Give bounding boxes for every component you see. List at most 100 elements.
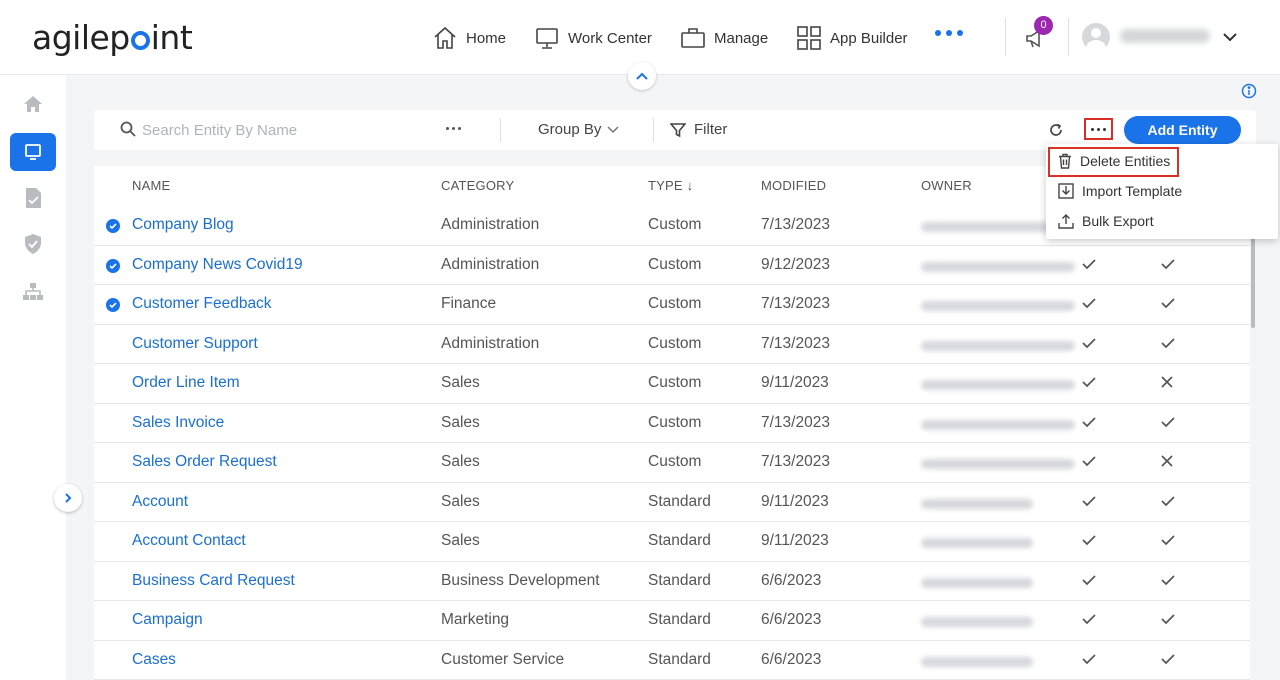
owner-blurred: [921, 459, 1075, 469]
info-icon[interactable]: [1241, 83, 1257, 99]
menu-bulk-export[interactable]: Bulk Export: [1046, 207, 1278, 235]
header-name[interactable]: NAME: [132, 178, 170, 193]
header-type[interactable]: TYPE ↓: [648, 178, 693, 193]
chevron-down-icon[interactable]: [1222, 30, 1238, 44]
nav-work-center[interactable]: Work Center: [534, 22, 652, 54]
entity-name-link[interactable]: Business Card Request: [132, 572, 295, 590]
menu-delete-entities[interactable]: Delete Entities: [1046, 147, 1278, 177]
entity-name-link[interactable]: Sales Order Request: [132, 453, 277, 471]
entity-type: Custom: [648, 453, 702, 470]
refresh-icon[interactable]: [1048, 122, 1064, 138]
entity-name-link[interactable]: Account Contact: [132, 532, 246, 550]
selected-check-icon[interactable]: [106, 219, 120, 233]
table-row[interactable]: Customer Support Administration Custom 7/13…: [94, 325, 1250, 364]
add-entity-button[interactable]: Add Entity: [1124, 116, 1241, 144]
entity-name-link[interactable]: Sales Invoice: [132, 414, 224, 432]
entity-modified: 9/11/2023: [761, 492, 829, 510]
document-check-icon: [26, 188, 41, 208]
table-row[interactable]: Cases Customer Service Standard 6/6/2023: [94, 641, 1250, 680]
nav-more-icon[interactable]: [935, 30, 963, 36]
entity-modified: 7/13/2023: [761, 334, 830, 352]
entity-name-link[interactable]: Customer Support: [132, 335, 258, 353]
search-input[interactable]: [142, 118, 422, 142]
import-icon: [1058, 183, 1074, 199]
more-actions-button[interactable]: [1084, 118, 1113, 140]
expand-sidebar-button[interactable]: [54, 484, 82, 512]
table-row[interactable]: Campaign Marketing Standard 6/6/2023: [94, 601, 1250, 641]
table-row[interactable]: Account Contact Sales Standard 9/11/2023: [94, 522, 1250, 562]
rail-data-entities[interactable]: [10, 133, 56, 171]
cross-icon: [1161, 455, 1173, 467]
check-icon: [1082, 614, 1096, 625]
selected-check-icon[interactable]: [106, 258, 120, 273]
entity-modified: 6/6/2023: [761, 571, 822, 589]
table-row[interactable]: Customer Feedback Finance Custom 7/13/2023: [94, 285, 1250, 325]
highlight-box: [1048, 147, 1179, 177]
username-blurred[interactable]: [1120, 29, 1210, 43]
agilepoint-logo[interactable]: agilep int: [32, 18, 193, 57]
table-scrollbar[interactable]: [1251, 236, 1255, 328]
owner-blurred: [921, 617, 1033, 627]
entity-modified: 9/11/2023: [761, 374, 829, 391]
nav-app-builder[interactable]: App Builder: [796, 22, 908, 54]
rail-hierarchy[interactable]: [10, 273, 56, 311]
entity-name-link[interactable]: Company News Covid19: [132, 256, 303, 274]
entity-modified: 9/11/2023: [761, 532, 829, 549]
entity-type: Custom: [648, 334, 702, 352]
group-by-dropdown[interactable]: Group By: [538, 121, 619, 138]
nav-manage[interactable]: Manage: [680, 22, 768, 54]
table-row[interactable]: Account Sales Standard 9/11/2023: [94, 483, 1250, 522]
owner-blurred: [921, 261, 1075, 272]
owner-blurred: [921, 577, 1033, 588]
check-icon: [1161, 337, 1175, 348]
search-options-icon[interactable]: [446, 127, 461, 130]
avatar[interactable]: [1082, 23, 1110, 51]
table-row[interactable]: Order Line Item Sales Custom 9/11/2023: [94, 364, 1250, 404]
entity-name-link[interactable]: Cases: [132, 651, 176, 669]
header-category[interactable]: CATEGORY: [441, 178, 514, 193]
header-modified[interactable]: MODIFIED: [761, 178, 826, 193]
entity-modified: 7/13/2023: [761, 453, 830, 470]
filter-button[interactable]: Filter: [670, 121, 727, 138]
check-icon: [1082, 258, 1096, 269]
header-owner[interactable]: OWNER: [921, 178, 972, 193]
entity-type: Standard: [648, 571, 711, 589]
nav-home-label: Home: [466, 29, 507, 47]
check-icon: [1082, 298, 1096, 309]
entity-modified: 7/13/2023: [761, 413, 830, 431]
entity-type: Custom: [648, 216, 702, 233]
monitor-icon: [25, 144, 41, 160]
entity-name-link[interactable]: Campaign: [132, 611, 203, 629]
check-icon: [1161, 298, 1175, 309]
table-row[interactable]: Sales Order Request Sales Custom 7/13/2023: [94, 443, 1250, 483]
collapse-header-button[interactable]: [628, 62, 656, 90]
entity-modified: 7/13/2023: [761, 295, 830, 312]
divider: [1005, 18, 1006, 56]
entity-name-link[interactable]: Order Line Item: [132, 374, 240, 392]
menu-import-template[interactable]: Import Template: [1046, 177, 1278, 205]
table-row[interactable]: Sales Invoice Sales Custom 7/13/2023: [94, 404, 1250, 443]
entity-category: Sales: [441, 492, 480, 510]
table-row[interactable]: Business Card Request Business Developmen…: [94, 562, 1250, 601]
rail-security[interactable]: [10, 225, 56, 263]
entity-category: Marketing: [441, 611, 510, 628]
check-icon: [1161, 495, 1175, 506]
entity-table: NAME CATEGORY TYPE ↓ MODIFIED OWNER Comp…: [94, 166, 1250, 680]
entity-category: Sales: [441, 374, 480, 391]
selected-check-icon[interactable]: [106, 298, 120, 312]
entity-name-link[interactable]: Company Blog: [132, 216, 234, 234]
check-icon: [1082, 337, 1096, 348]
entity-type: Custom: [648, 295, 702, 312]
entity-category: Customer Service: [441, 650, 565, 668]
entity-category: Business Development: [441, 571, 600, 589]
rail-home[interactable]: [10, 85, 56, 123]
entity-name-link[interactable]: Account: [132, 493, 188, 511]
rail-documents[interactable]: [10, 179, 56, 217]
entity-name-link[interactable]: Customer Feedback: [132, 295, 272, 313]
nav-work-center-label: Work Center: [568, 29, 652, 47]
left-rail: [0, 75, 66, 680]
check-icon: [1082, 653, 1096, 664]
nav-home[interactable]: Home: [432, 22, 506, 54]
table-row[interactable]: Company News Covid19 Administration Custom…: [94, 246, 1250, 285]
owner-blurred: [921, 301, 1075, 311]
